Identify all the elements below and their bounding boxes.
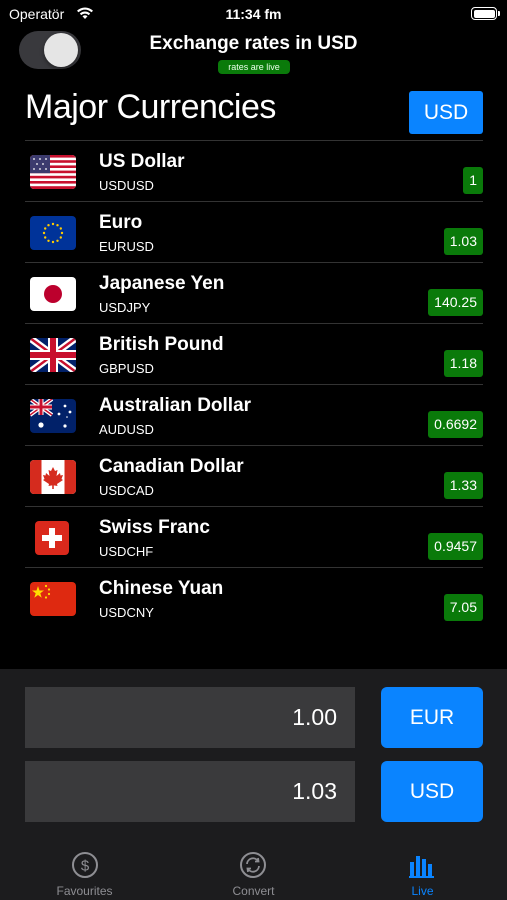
tab-label: Convert <box>232 884 275 898</box>
currency-pair-code: USDCHF <box>99 544 154 559</box>
currency-pair-code: USDJPY <box>99 300 151 315</box>
section-title: Major Currencies <box>25 88 276 126</box>
us-flag-icon <box>30 155 76 189</box>
currency-row[interactable]: Japanese Yen USDJPY 140.25 <box>25 262 483 323</box>
currency-row[interactable]: Euro EURUSD 1.03 <box>25 201 483 262</box>
currency-pair-code: USDCNY <box>99 605 154 620</box>
base-currency-button[interactable]: USD <box>409 91 483 134</box>
ch-flag-icon <box>35 521 69 555</box>
currency-row[interactable]: British Pound GBPUSD 1.18 <box>25 323 483 384</box>
rate-badge: 0.6692 <box>428 411 483 438</box>
rate-badge: 1.33 <box>443 472 483 499</box>
jp-flag-icon <box>30 277 76 311</box>
rate-badge: 7.05 <box>443 594 483 621</box>
au-flag-icon <box>30 399 76 433</box>
from-amount-field[interactable]: 1.00 <box>25 687 355 748</box>
currency-list: US Dollar USDUSD 1 Euro EURUSD 1.03 Japa… <box>25 140 483 628</box>
currency-row[interactable]: Canadian Dollar USDCAD 1.33 <box>25 445 483 506</box>
svg-text:$: $ <box>81 858 90 875</box>
currency-pair-code: AUDUSD <box>99 422 154 437</box>
eu-flag-icon <box>30 216 76 250</box>
tab-convert[interactable]: Convert <box>169 845 338 900</box>
dollar-circle-icon: $ <box>70 850 100 880</box>
gb-flag-icon <box>30 338 76 372</box>
currency-name: British Pound <box>99 334 224 355</box>
currency-pair-code: GBPUSD <box>99 361 154 376</box>
tab-label: Favourites <box>56 884 113 898</box>
tab-bar: $ Favourites Convert Live <box>0 845 507 900</box>
currency-name: Chinese Yuan <box>99 578 224 599</box>
rate-badge: 0.9457 <box>428 533 483 560</box>
to-currency-button[interactable]: USD <box>381 761 483 822</box>
currency-pair-code: EURUSD <box>99 239 154 254</box>
converter-panel: 1.00 EUR 1.03 USD <box>0 669 507 845</box>
ca-flag-icon <box>30 460 76 494</box>
currency-row[interactable]: Chinese Yuan USDCNY 7.05 <box>25 567 483 628</box>
tab-label: Live <box>411 884 434 898</box>
from-currency-button[interactable]: EUR <box>381 687 483 748</box>
currency-name: Japanese Yen <box>99 273 225 294</box>
battery-icon <box>471 7 500 20</box>
tab-live[interactable]: Live <box>338 845 507 900</box>
currency-name: Canadian Dollar <box>99 456 244 477</box>
rate-badge: 1.03 <box>443 228 483 255</box>
rate-badge: 140.25 <box>428 289 483 316</box>
clock: 11:34 fm <box>225 6 282 22</box>
cn-flag-icon <box>30 582 76 616</box>
rate-badge: 1 <box>463 167 483 194</box>
currency-name: Euro <box>99 212 143 233</box>
currency-name: US Dollar <box>99 151 185 172</box>
to-amount-field[interactable]: 1.03 <box>25 761 355 822</box>
currency-row[interactable]: Australian Dollar AUDUSD 0.6692 <box>25 384 483 445</box>
currency-row[interactable]: US Dollar USDUSD 1 <box>25 140 483 201</box>
convert-arrows-icon <box>238 850 268 880</box>
status-bar: Operatör 11:34 fm <box>0 0 507 28</box>
currency-name: Australian Dollar <box>99 395 252 416</box>
currency-row[interactable]: Swiss Franc USDCHF 0.9457 <box>25 506 483 567</box>
rate-badge: 1.18 <box>443 350 483 377</box>
currency-pair-code: USDCAD <box>99 483 154 498</box>
live-status-badge: rates are live <box>218 60 290 74</box>
bar-chart-icon <box>407 850 437 880</box>
currency-pair-code: USDUSD <box>99 178 154 193</box>
tab-favourites[interactable]: $ Favourites <box>0 845 169 900</box>
currency-name: Swiss Franc <box>99 517 210 538</box>
header-title: Exchange rates in USD <box>149 33 358 54</box>
